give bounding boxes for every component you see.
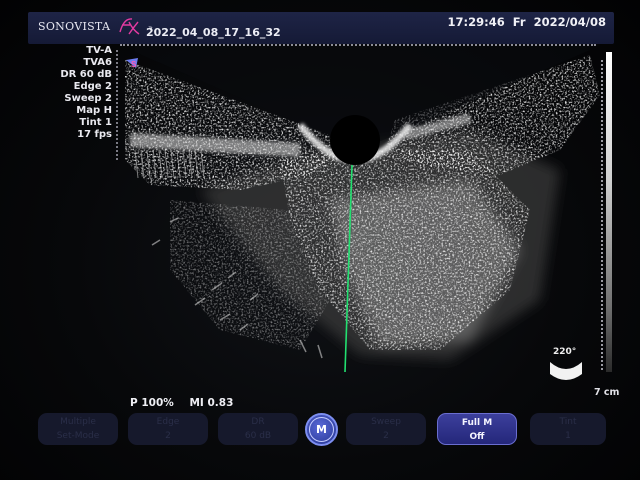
softkey-sweep[interactable]: Sweep 2 — [346, 413, 426, 445]
softkey-tint[interactable]: Tint 1 — [530, 413, 606, 445]
fx-logo-icon — [119, 18, 140, 35]
m-mode-button-ring — [309, 417, 334, 442]
param-preset: TVA6 — [83, 57, 112, 68]
param-frame-rate: 17 fps — [77, 129, 112, 140]
probe-void — [330, 115, 380, 165]
brand-logo: SONOVISTA — [38, 20, 111, 33]
datetime: 17:29:46 Fr 2022/04/08 — [448, 15, 606, 29]
grayscale-bar — [606, 52, 612, 372]
imaging-parameters: TV-A TVA6 DR 60 dB Edge 2 Sweep 2 Map H … — [60, 45, 112, 141]
image-frame-top — [120, 44, 596, 46]
param-transducer: TV-A — [86, 45, 112, 56]
date: 2022/04/08 — [533, 15, 606, 29]
probe-arc-icon — [550, 362, 582, 380]
svg-text:S: S — [131, 60, 137, 69]
power-indicator: P 100% — [130, 397, 174, 409]
mi-indicator: MI 0.83 — [189, 397, 234, 409]
header-bar: SONOVISTA » 2022_04_08_17_16_32 17:29:46… — [28, 12, 614, 44]
softkey-multiple-set-mode[interactable]: Multiple Set-Mode — [38, 413, 118, 445]
softkey-edge[interactable]: Edge 2 — [128, 413, 208, 445]
ultrasound-screen: S SONOVISTA » 2022_04_08_17_16_32 17:29:… — [0, 0, 640, 480]
day: Fr — [512, 15, 526, 29]
depth-label: 7 cm — [594, 387, 620, 398]
param-map: Map H — [76, 105, 112, 116]
softkey-full-m[interactable]: Full M Off — [437, 413, 517, 445]
param-tint: Tint 1 — [79, 117, 112, 128]
param-sweep: Sweep 2 — [64, 93, 112, 104]
image-frame-left — [116, 50, 118, 160]
softkey-dynamic-range[interactable]: DR 60 dB — [218, 413, 298, 445]
time: 17:29:46 — [447, 15, 505, 29]
param-edge: Edge 2 — [73, 81, 112, 92]
param-dynamic-range: DR 60 dB — [60, 69, 112, 80]
study-id: 2022_04_08_17_16_32 — [146, 26, 281, 39]
depth-scale-ticks — [601, 60, 603, 370]
acoustic-indicators: P 100% MI 0.83 — [130, 397, 245, 409]
